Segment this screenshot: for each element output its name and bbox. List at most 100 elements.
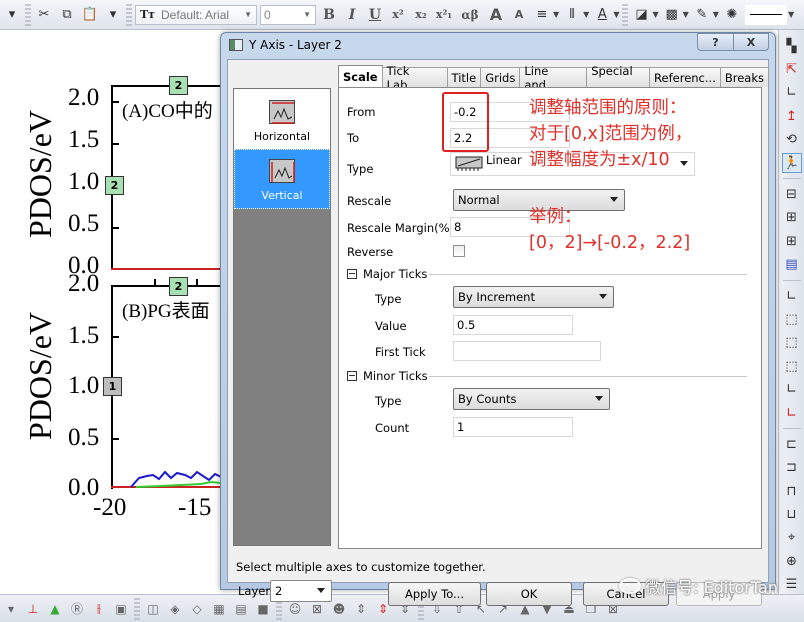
paste-icon[interactable]: 📋 <box>80 5 100 25</box>
tab-tick-labels[interactable]: Tick Lab... <box>381 64 448 92</box>
layer-dropdown[interactable]: 2 <box>270 580 332 602</box>
error-bar-icon[interactable]: ⊥ <box>24 600 42 618</box>
count-input[interactable]: 1 <box>453 417 573 437</box>
subscript-button[interactable]: x₂ <box>411 8 431 21</box>
rotate-icon[interactable]: ☺ <box>286 600 304 618</box>
polar-icon[interactable]: Ⓡ <box>68 600 86 618</box>
3d-surface-icon[interactable]: ◈ <box>166 600 184 618</box>
toolbar-overflow-icon[interactable]: ▾ <box>103 5 123 25</box>
mask-icon[interactable]: ☻ <box>330 600 348 618</box>
candlestick-icon[interactable]: ⫲ <box>90 600 108 618</box>
3d-grid-icon[interactable]: ▦ <box>210 600 228 618</box>
align-right-icon[interactable]: ⊐ <box>782 458 802 478</box>
panel-a-title[interactable]: (A)CO中的 <box>122 96 213 123</box>
quick-action-icon[interactable]: 🏃 <box>781 152 802 174</box>
layer-badge-left-a[interactable]: 2 <box>105 176 124 195</box>
axis-item-vertical[interactable]: Vertical <box>234 149 330 209</box>
merge-layer-icon[interactable]: ⊞ <box>782 231 802 251</box>
toolbar-grip[interactable] <box>134 597 140 620</box>
help-button[interactable]: ? <box>697 33 733 51</box>
toolbar-overflow-icon[interactable]: ▾ <box>2 5 22 25</box>
layer-badge-top-a[interactable]: 2 <box>169 76 188 95</box>
increase-font-button[interactable]: A <box>486 5 506 24</box>
align-center-h-icon[interactable]: ⊕ <box>782 551 802 571</box>
chevron-down-icon[interactable]: ▼ <box>613 10 619 19</box>
toolbar-grip[interactable] <box>622 3 629 26</box>
area-plot-icon[interactable]: ▲ <box>46 600 64 618</box>
box-icon[interactable]: ▣ <box>112 600 130 618</box>
dialog-titlebar[interactable]: Y Axis - Layer 2 <box>221 33 775 57</box>
swap-xy-icon[interactable]: ⟲ <box>782 130 802 150</box>
minor-type-dropdown[interactable]: By Counts <box>453 388 610 410</box>
multi-layer-icon[interactable]: ⊞ <box>782 208 802 228</box>
layer-badge-left-b[interactable]: 1 <box>103 377 122 396</box>
apply-to-button[interactable]: Apply To... <box>388 582 481 606</box>
tab-line-and-ticks[interactable]: Line and... <box>519 64 588 92</box>
fill-color-icon[interactable]: ◪ <box>631 5 651 25</box>
collapse-icon[interactable] <box>347 371 357 381</box>
stretch-icon[interactable]: ⇕ <box>352 600 370 618</box>
font-name-combo[interactable]: Tт Default: Arial ▼ <box>135 4 257 25</box>
layer-arrange-icon[interactable]: ⊟ <box>782 184 802 204</box>
tab-scale[interactable]: Scale <box>338 65 383 87</box>
chevron-down-icon[interactable]: ▼ <box>713 10 719 19</box>
panel-b-title[interactable]: (B)PG表面 <box>122 296 210 323</box>
layer-badge-top-b[interactable]: 2 <box>169 277 188 296</box>
add-inset-graph-icon[interactable]: ∟ <box>782 403 802 423</box>
ok-button[interactable]: OK <box>486 582 572 606</box>
add-inset-icon[interactable]: ⬚ <box>782 356 802 376</box>
tab-title[interactable]: Title <box>446 67 482 87</box>
resize-icon[interactable]: ⊠ <box>308 600 326 618</box>
3d-walls-icon[interactable]: ▤ <box>232 600 250 618</box>
toolbar-overflow-icon[interactable]: ▾ <box>2 600 20 618</box>
chevron-down-icon[interactable]: ▼ <box>652 10 658 19</box>
add-inset-data-icon[interactable]: ∟ <box>782 379 802 399</box>
reverse-checkbox[interactable] <box>453 245 465 257</box>
y-axis-title-b[interactable]: PDOS/eV <box>22 312 59 440</box>
extract-layer-icon[interactable]: ▤ <box>782 255 802 275</box>
bold-button[interactable]: B <box>319 7 339 23</box>
y-axis-title-a[interactable]: PDOS/eV <box>22 110 59 238</box>
tab-reference-lines[interactable]: Referenc... <box>649 67 721 87</box>
rescale-both-icon[interactable]: ⇱ <box>782 59 802 79</box>
chevron-down-icon[interactable]: ▼ <box>583 10 589 19</box>
align-top-icon[interactable]: ⊓ <box>782 481 802 501</box>
font-size-combo[interactable]: 0 ▼ <box>260 4 316 25</box>
axis-list[interactable]: Horizontal Vertical <box>233 88 331 546</box>
italic-button[interactable]: I <box>342 7 362 23</box>
superscript-button[interactable]: x² <box>388 8 408 21</box>
underline-button[interactable]: U <box>365 7 385 23</box>
copy-icon[interactable]: ⧉ <box>57 5 77 25</box>
rescale-x-icon[interactable]: ∟ <box>782 83 802 103</box>
major-type-dropdown[interactable]: By Increment <box>453 286 614 308</box>
add-right-axis-icon[interactable]: ⬚ <box>782 333 802 353</box>
toolbar-grip[interactable] <box>25 3 31 26</box>
light-icon[interactable]: ✺ <box>722 5 742 25</box>
align-bottom-icon[interactable]: ⊔ <box>782 504 802 524</box>
major-value-input[interactable]: 0.5 <box>453 315 573 335</box>
pattern-icon[interactable]: ▩ <box>662 5 682 25</box>
tab-breaks[interactable]: Breaks <box>719 67 769 87</box>
cut-icon[interactable]: ✂ <box>34 5 54 25</box>
supsub-button[interactable]: x²₁ <box>434 8 454 21</box>
toolbar-grip[interactable] <box>126 3 132 26</box>
tab-grids[interactable]: Grids <box>480 67 521 87</box>
align-center-v-icon[interactable]: ⌖ <box>782 528 802 548</box>
axis-item-horizontal[interactable]: Horizontal <box>234 89 330 149</box>
minor-ticks-section[interactable]: Minor Ticks <box>347 369 428 383</box>
first-tick-input[interactable] <box>453 341 601 361</box>
distribute-icon[interactable]: ☰ <box>782 575 802 595</box>
add-bottom-axis-icon[interactable]: ∟ <box>782 286 802 306</box>
3d-plane-icon[interactable]: ■ <box>254 600 272 618</box>
align-icon[interactable]: ≡ <box>532 5 552 25</box>
line-style-combo[interactable] <box>744 4 787 25</box>
3d-wire-icon[interactable]: ◇ <box>188 600 206 618</box>
data-reader-icon[interactable]: ▚ <box>782 36 802 56</box>
greek-button[interactable]: αβ <box>457 8 483 22</box>
chevron-down-icon[interactable]: ▼ <box>553 10 559 19</box>
add-top-axis-icon[interactable]: ⬚ <box>782 309 802 329</box>
3d-bar-icon[interactable]: ◫ <box>144 600 162 618</box>
collapse-icon[interactable] <box>347 269 357 279</box>
chevron-down-icon[interactable]: ▼ <box>788 10 794 19</box>
font-color-icon[interactable]: A <box>592 5 612 25</box>
